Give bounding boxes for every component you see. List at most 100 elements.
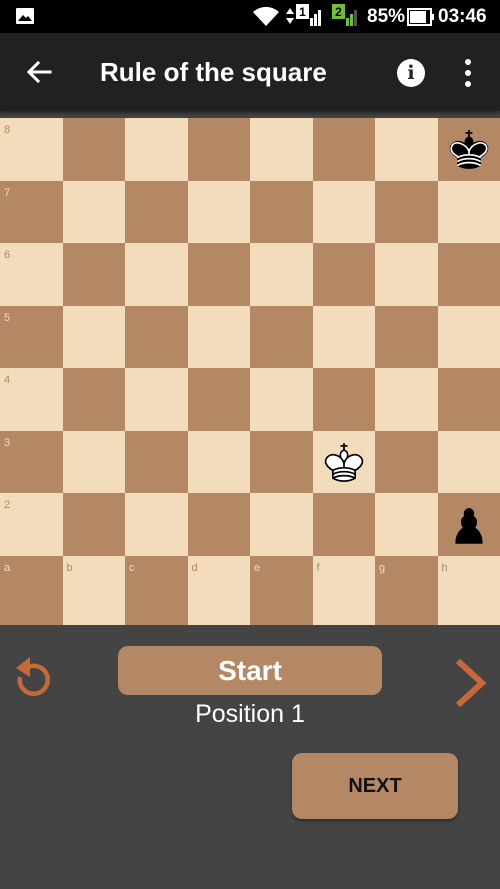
square-e3[interactable] bbox=[250, 430, 313, 493]
square-b4[interactable] bbox=[62, 368, 125, 431]
square-d3[interactable] bbox=[187, 430, 250, 493]
square-c2[interactable] bbox=[125, 493, 188, 556]
square-g3[interactable] bbox=[375, 430, 438, 493]
rank-label: 2 bbox=[4, 499, 11, 511]
wifi-icon bbox=[253, 6, 279, 26]
rank-label: 4 bbox=[4, 374, 11, 386]
back-arrow-icon[interactable] bbox=[22, 55, 56, 89]
reset-icon[interactable] bbox=[8, 655, 54, 705]
square-h2[interactable] bbox=[437, 493, 500, 556]
file-label: c bbox=[129, 561, 135, 574]
square-a6[interactable]: 6 bbox=[0, 243, 63, 306]
square-g5[interactable] bbox=[375, 305, 438, 368]
file-label: h bbox=[441, 561, 448, 574]
square-d4[interactable] bbox=[187, 368, 250, 431]
square-b2[interactable] bbox=[62, 493, 125, 556]
square-g2[interactable] bbox=[375, 493, 438, 556]
square-g4[interactable] bbox=[375, 368, 438, 431]
square-c6[interactable] bbox=[125, 243, 188, 306]
square-g1[interactable]: g bbox=[375, 555, 438, 625]
square-e5[interactable] bbox=[250, 305, 313, 368]
square-a3[interactable]: 3 bbox=[0, 430, 63, 493]
square-b7[interactable] bbox=[62, 180, 125, 243]
clock: 03:46 bbox=[438, 6, 487, 27]
square-a8[interactable]: 8 bbox=[0, 118, 63, 181]
square-e7[interactable] bbox=[250, 180, 313, 243]
square-d7[interactable] bbox=[187, 180, 250, 243]
rank-label: 3 bbox=[4, 436, 11, 449]
file-label: a bbox=[4, 561, 11, 574]
square-e1[interactable]: e bbox=[250, 555, 313, 625]
square-a4[interactable]: 4 bbox=[0, 368, 63, 431]
square-f8[interactable] bbox=[312, 118, 375, 181]
square-d6[interactable] bbox=[187, 243, 250, 306]
square-h8[interactable] bbox=[437, 118, 500, 181]
square-f5[interactable] bbox=[312, 305, 375, 368]
square-a1[interactable]: a bbox=[0, 555, 63, 625]
square-f3[interactable] bbox=[312, 430, 375, 493]
square-h5[interactable] bbox=[437, 305, 500, 368]
start-button[interactable]: Start bbox=[118, 646, 382, 695]
square-f2[interactable] bbox=[312, 493, 375, 556]
square-h4[interactable] bbox=[437, 368, 500, 431]
black-pawn-icon[interactable] bbox=[444, 496, 494, 552]
square-c4[interactable] bbox=[125, 368, 188, 431]
square-b6[interactable] bbox=[62, 243, 125, 306]
square-f6[interactable] bbox=[312, 243, 375, 306]
square-h7[interactable] bbox=[437, 180, 500, 243]
square-b3[interactable] bbox=[62, 430, 125, 493]
square-b5[interactable] bbox=[62, 305, 125, 368]
file-label: f bbox=[316, 561, 320, 574]
next-button[interactable]: NEXT bbox=[292, 753, 458, 819]
square-h6[interactable] bbox=[437, 243, 500, 306]
square-d2[interactable] bbox=[187, 493, 250, 556]
square-g7[interactable] bbox=[375, 180, 438, 243]
rank-label: 8 bbox=[4, 124, 11, 136]
square-a7[interactable]: 7 bbox=[0, 180, 63, 243]
square-g8[interactable] bbox=[375, 118, 438, 181]
square-a2[interactable]: 2 bbox=[0, 493, 63, 556]
square-h3[interactable] bbox=[437, 430, 500, 493]
chevron-right-icon[interactable] bbox=[452, 657, 488, 709]
signal-icon: 2 bbox=[332, 4, 357, 26]
square-h1[interactable]: h bbox=[437, 555, 500, 625]
square-c3[interactable] bbox=[125, 430, 188, 493]
square-f7[interactable] bbox=[312, 180, 375, 243]
square-g6[interactable] bbox=[375, 243, 438, 306]
square-c8[interactable] bbox=[125, 118, 188, 181]
square-e8[interactable] bbox=[250, 118, 313, 181]
file-label: b bbox=[66, 561, 73, 574]
white-king-icon[interactable] bbox=[319, 434, 369, 490]
file-label: g bbox=[379, 561, 386, 574]
square-a5[interactable]: 5 bbox=[0, 305, 63, 368]
square-e4[interactable] bbox=[250, 368, 313, 431]
controls-panel: Start Position 1 NEXT bbox=[0, 625, 500, 889]
battery-percent: 85% bbox=[367, 6, 406, 27]
status-bar: 1 2 85% 03:46 bbox=[0, 0, 500, 33]
black-king-icon[interactable] bbox=[444, 121, 494, 177]
page-title: Rule of the square bbox=[100, 57, 327, 87]
square-e2[interactable] bbox=[250, 493, 313, 556]
info-icon[interactable]: i bbox=[397, 59, 425, 87]
square-c7[interactable] bbox=[125, 180, 188, 243]
square-d5[interactable] bbox=[187, 305, 250, 368]
sim2-badge: 2 bbox=[335, 5, 342, 19]
position-label: Position 1 bbox=[195, 700, 305, 728]
square-d8[interactable] bbox=[187, 118, 250, 181]
square-d1[interactable]: d bbox=[187, 555, 250, 625]
square-f1[interactable]: f bbox=[312, 555, 375, 625]
square-e6[interactable] bbox=[250, 243, 313, 306]
square-f4[interactable] bbox=[312, 368, 375, 431]
more-vert-icon[interactable] bbox=[458, 57, 478, 89]
signal-icon: 1 bbox=[286, 4, 321, 26]
file-label: e bbox=[254, 561, 261, 574]
square-b8[interactable] bbox=[62, 118, 125, 181]
sim1-badge: 1 bbox=[299, 5, 306, 19]
square-b1[interactable]: b bbox=[62, 555, 125, 625]
chess-board: 8 7 6 5 4 3 2 a b c d e f g h bbox=[0, 118, 500, 625]
battery-icon bbox=[407, 8, 434, 26]
square-c1[interactable]: c bbox=[125, 555, 188, 625]
square-c5[interactable] bbox=[125, 305, 188, 368]
rank-label: 5 bbox=[4, 311, 11, 324]
file-label: d bbox=[191, 561, 198, 574]
